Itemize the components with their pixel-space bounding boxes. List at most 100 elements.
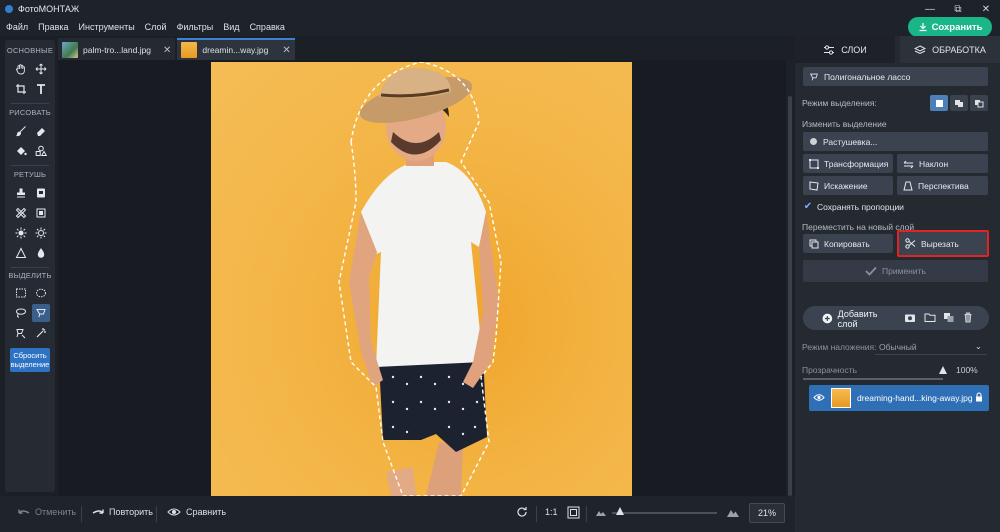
menu-help[interactable]: Справка — [250, 22, 285, 32]
perspective-label: Перспектива — [918, 180, 969, 191]
blend-mode-select[interactable]: Обычный ⌄ — [875, 339, 987, 355]
separator — [156, 506, 157, 522]
rect-select-icon[interactable] — [12, 284, 30, 302]
compare-button[interactable]: Сравнить — [167, 507, 226, 517]
selection-mode-label: Режим выделения: — [802, 98, 877, 108]
lasso-icon[interactable] — [12, 304, 30, 322]
close-window-icon[interactable]: ✕ — [972, 0, 1000, 18]
brightness-tool-icon[interactable] — [12, 224, 30, 242]
zoom-in-icon[interactable] — [727, 507, 739, 517]
cut-highlight-frame — [897, 230, 989, 257]
copy-button[interactable]: Копировать — [803, 234, 893, 253]
keep-proportions-checkbox[interactable]: ✔ — [803, 201, 813, 212]
layer-item[interactable]: dreaming-hand...king-away.jpg — [809, 385, 989, 411]
lock-icon[interactable] — [975, 392, 983, 402]
move-tool-icon[interactable] — [32, 60, 50, 78]
trash-icon[interactable] — [963, 312, 973, 325]
eraser-tool-icon[interactable] — [32, 122, 50, 140]
canvas-area[interactable] — [58, 60, 786, 496]
save-button[interactable]: Сохранить — [908, 17, 992, 37]
eye-icon[interactable] — [813, 393, 825, 402]
blur-tool-icon[interactable] — [32, 204, 50, 222]
section-basic: ОСНОВНЫЕ — [6, 46, 54, 55]
change-selection-label: Изменить выделение — [802, 119, 887, 129]
menu-file[interactable]: Файл — [6, 22, 28, 32]
opacity-slider-handle[interactable] — [939, 366, 947, 374]
zoom-slider-handle[interactable] — [616, 507, 624, 515]
close-icon[interactable]: ✕ — [282, 45, 290, 56]
minimize-icon[interactable]: — — [916, 0, 944, 18]
hand-tool-icon[interactable] — [12, 60, 30, 78]
selection-mode-group — [930, 95, 988, 111]
magic-wand-icon[interactable] — [32, 324, 50, 342]
feather-icon — [810, 138, 817, 145]
drop-tool-icon[interactable] — [32, 244, 50, 262]
tab-processing[interactable]: ОБРАБОТКА — [900, 36, 1000, 63]
rotate-icon[interactable] — [516, 506, 528, 518]
scrollbar-thumb[interactable] — [788, 96, 792, 496]
fit-screen-icon[interactable] — [567, 506, 580, 519]
polygonal-lasso-tool-button[interactable]: Полигональное лассо — [803, 67, 988, 86]
tab-palm-tropical[interactable]: palm-tro...land.jpg ✕ — [58, 38, 176, 60]
thumbnail-image — [62, 42, 78, 58]
vertical-scrollbar[interactable] — [786, 60, 794, 496]
photo-canvas[interactable] — [211, 62, 632, 496]
opacity-value: 100% — [956, 365, 978, 375]
copy-label: Копировать — [824, 238, 870, 249]
shapes-tool-icon[interactable] — [32, 142, 50, 160]
add-selection-icon[interactable] — [950, 95, 968, 111]
subtract-selection-icon[interactable] — [970, 95, 988, 111]
polygonal-lasso-icon[interactable] — [32, 304, 50, 322]
opacity-slider-track[interactable] — [803, 378, 943, 380]
patch-tool-icon[interactable] — [32, 184, 50, 202]
menu-layer[interactable]: Слой — [145, 22, 167, 32]
distort-button[interactable]: Искажение — [803, 176, 893, 195]
text-tool-icon[interactable] — [32, 80, 50, 98]
crop-tool-icon[interactable] — [12, 80, 30, 98]
layer-thumbnail — [831, 388, 851, 408]
dodge-tool-icon[interactable] — [32, 224, 50, 242]
reset-selection-button[interactable]: Сбросить выделение — [10, 348, 50, 372]
duplicate-layer-icon[interactable] — [943, 312, 955, 325]
stamp-tool-icon[interactable] — [12, 184, 30, 202]
skew-button[interactable]: Наклон — [897, 154, 988, 173]
copy-icon — [809, 239, 819, 248]
menu-edit[interactable]: Правка — [38, 22, 68, 32]
feather-button[interactable]: Растушевка... — [803, 132, 988, 151]
magnetic-lasso-icon[interactable] — [12, 324, 30, 342]
zoom-input[interactable]: 21% — [749, 503, 785, 523]
brush-tool-icon[interactable] — [12, 122, 30, 140]
tab-layers[interactable]: СЛОИ — [795, 36, 895, 63]
bottom-toolbar: Отменить Повторить Сравнить 1:1 21% — [0, 496, 795, 532]
zoom-slider-track[interactable] — [612, 512, 717, 514]
blend-mode-value: Обычный — [879, 341, 917, 352]
thumbnail-image — [181, 42, 198, 58]
ellipse-select-icon[interactable] — [32, 284, 50, 302]
add-layer-button[interactable]: Добавить слой — [818, 309, 898, 329]
menu-tools[interactable]: Инструменты — [79, 22, 135, 32]
sharpen-tool-icon[interactable] — [12, 244, 30, 262]
restore-icon[interactable]: ⧉ — [944, 0, 972, 18]
undo-label: Отменить — [35, 507, 77, 517]
tab-dreaming[interactable]: dreamin...way.jpg ✕ — [177, 38, 295, 60]
transform-button[interactable]: Трансформация — [803, 154, 893, 173]
redo-label: Повторить — [109, 507, 153, 517]
fill-tool-icon[interactable] — [12, 142, 30, 160]
redo-button[interactable]: Повторить — [92, 507, 153, 517]
apply-button[interactable]: Применить — [803, 260, 988, 282]
perspective-button[interactable]: Перспектива — [897, 176, 988, 195]
menu-filters[interactable]: Фильтры — [177, 22, 214, 32]
healing-tool-icon[interactable] — [12, 204, 30, 222]
chevron-down-icon: ⌄ — [974, 341, 982, 351]
section-retouch: РЕТУШЬ — [13, 170, 47, 179]
zoom-out-icon[interactable] — [596, 508, 606, 516]
undo-button[interactable]: Отменить — [18, 507, 76, 517]
camera-icon[interactable] — [904, 312, 916, 325]
actual-size-button[interactable]: 1:1 — [545, 507, 558, 517]
divider — [11, 165, 49, 166]
folder-icon[interactable] — [924, 312, 936, 325]
new-selection-icon[interactable] — [930, 95, 948, 111]
close-icon[interactable]: ✕ — [163, 45, 171, 56]
menu-view[interactable]: Вид — [223, 22, 239, 32]
window-controls: — ⧉ ✕ — [916, 0, 1000, 18]
